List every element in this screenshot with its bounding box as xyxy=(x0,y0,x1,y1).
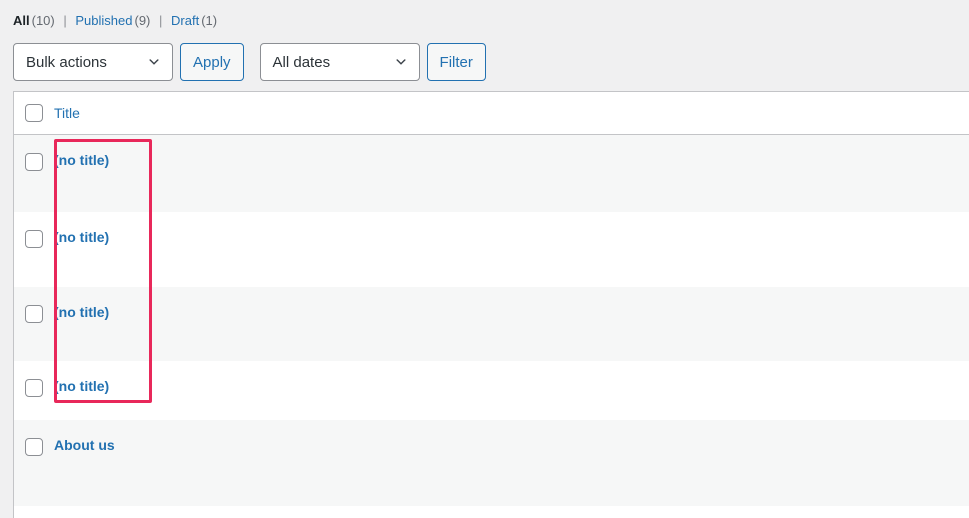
bulk-actions-select-value: Bulk actions xyxy=(26,54,107,71)
pages-list-table: Title (no title) (no title) (no title) ( xyxy=(13,91,969,518)
view-link-published-count: (9) xyxy=(135,13,151,28)
view-link-all-label[interactable]: All xyxy=(13,13,30,28)
row-title-link[interactable]: (no title) xyxy=(54,377,109,395)
row-title-link[interactable]: About us xyxy=(54,436,115,454)
row-title-link[interactable]: (no title) xyxy=(54,303,109,321)
view-link-all[interactable]: All(10) xyxy=(13,13,58,28)
view-link-published[interactable]: Published(9) xyxy=(75,13,154,28)
row-title-cell: (no title) xyxy=(54,212,969,246)
date-filter-select-value: All dates xyxy=(273,54,331,71)
row-checkbox-cell xyxy=(14,135,54,171)
view-link-draft[interactable]: Draft(1) xyxy=(171,13,217,28)
table-row[interactable]: (no title) xyxy=(14,135,969,212)
row-checkbox-cell xyxy=(14,420,54,456)
view-link-draft-count: (1) xyxy=(201,13,217,28)
select-all-cell xyxy=(14,104,54,122)
row-title-link[interactable]: (no title) xyxy=(54,151,109,169)
chevron-down-icon xyxy=(147,55,161,69)
row-checkbox[interactable] xyxy=(25,438,43,456)
tablenav-top: Bulk actions Apply All dates Filter xyxy=(13,43,486,81)
table-row[interactable]: (no title) xyxy=(14,361,969,420)
view-separator-2: | xyxy=(159,13,162,28)
filter-button-label: Filter xyxy=(440,54,473,71)
row-checkbox[interactable] xyxy=(25,305,43,323)
view-separator-1: | xyxy=(63,13,66,28)
table-row[interactable]: (no title) xyxy=(14,287,969,361)
bulk-actions-select[interactable]: Bulk actions xyxy=(13,43,173,81)
row-checkbox[interactable] xyxy=(25,230,43,248)
row-title-cell: (no title) xyxy=(54,361,969,395)
view-link-all-count: (10) xyxy=(32,13,55,28)
table-row[interactable]: About us xyxy=(14,420,969,506)
table-header-row: Title xyxy=(14,92,969,135)
table-row[interactable]: (no title) xyxy=(14,212,969,287)
row-checkbox-cell xyxy=(14,212,54,248)
date-filter-select[interactable]: All dates xyxy=(260,43,420,81)
chevron-down-icon xyxy=(394,55,408,69)
row-title-link[interactable]: (no title) xyxy=(54,228,109,246)
select-all-checkbox[interactable] xyxy=(25,104,43,122)
row-title-cell: (no title) xyxy=(54,287,969,321)
apply-button-label: Apply xyxy=(193,54,231,71)
table-bottom-filler xyxy=(14,506,969,518)
column-header-title-link[interactable]: Title xyxy=(54,104,80,122)
row-title-cell: (no title) xyxy=(54,135,969,169)
row-checkbox-cell xyxy=(14,287,54,323)
row-checkbox[interactable] xyxy=(25,379,43,397)
view-link-draft-label[interactable]: Draft xyxy=(171,13,199,28)
column-header-title: Title xyxy=(54,104,969,122)
post-status-views: All(10) | Published(9) | Draft(1) xyxy=(13,11,217,31)
row-title-cell: About us xyxy=(54,420,969,454)
row-checkbox[interactable] xyxy=(25,153,43,171)
view-link-published-label[interactable]: Published xyxy=(75,13,132,28)
apply-button[interactable]: Apply xyxy=(180,43,244,81)
filter-button[interactable]: Filter xyxy=(427,43,486,81)
row-checkbox-cell xyxy=(14,361,54,397)
